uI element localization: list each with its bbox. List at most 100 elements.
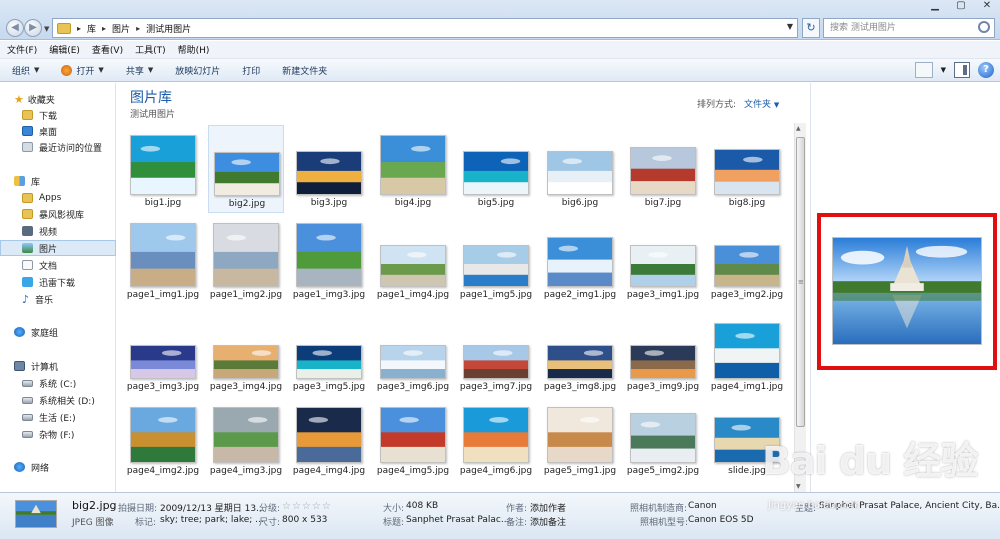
close-icon[interactable]: ✕ [980, 0, 994, 11]
file-thumbnail[interactable]: page4_img5.jpg [375, 393, 451, 481]
recent-pages-chevron-icon[interactable]: ▼ [44, 25, 49, 33]
sidebar-item-recent[interactable]: 最近访问的位置 [22, 139, 114, 155]
sidebar-item-desktop[interactable]: 桌面 [22, 123, 114, 139]
file-thumbnail[interactable]: page1_img3.jpg [291, 217, 367, 305]
breadcrumb-separator-icon[interactable]: ▸ [77, 24, 81, 33]
organize-button[interactable]: 组织 ▼ [12, 64, 39, 77]
breadcrumb-separator-icon[interactable]: ▸ [102, 24, 106, 33]
rating-stars[interactable]: ☆☆☆☆☆ [282, 501, 332, 512]
sidebar-item-drive-e[interactable]: 生活 (E:) [22, 409, 114, 425]
slideshow-button[interactable]: 放映幻灯片 [175, 64, 220, 77]
file-thumbnail[interactable]: big7.jpg [625, 125, 701, 213]
sidebar-item-drive-d[interactable]: 系统相关 (D:) [22, 392, 114, 408]
menu-help[interactable]: 帮助(H) [178, 43, 210, 56]
file-thumbnail[interactable]: big8.jpg [709, 125, 785, 213]
change-view-icon[interactable] [914, 62, 933, 78]
file-thumbnail[interactable]: page1_img2.jpg [208, 217, 284, 305]
file-thumbnail[interactable]: big4.jpg [375, 125, 451, 213]
view-options-chevron-icon[interactable]: ▼ [941, 66, 946, 74]
sidebar-item-label: 视频 [39, 227, 58, 238]
sidebar-item-downloads[interactable]: 下载 [22, 107, 114, 123]
sidebar-item-pictures[interactable]: 图片 [0, 240, 116, 256]
file-thumbnail[interactable]: page3_img5.jpg [291, 309, 367, 397]
file-thumbnail[interactable]: page1_img5.jpg [458, 217, 534, 305]
file-thumbnail[interactable]: page3_img9.jpg [625, 309, 701, 397]
sidebar-item-favorites[interactable]: ★ 收藏夹 [14, 91, 114, 107]
file-thumbnail[interactable]: page4_img2.jpg [125, 393, 201, 481]
title-value[interactable]: Sanphet Prasat Palac... [406, 515, 509, 525]
file-thumbnail[interactable]: big2.jpg [208, 125, 284, 213]
address-dropdown-icon[interactable]: ▼ [787, 22, 793, 31]
file-thumbnail[interactable]: page3_img3.jpg [125, 309, 201, 397]
thumbnail-image [296, 407, 362, 463]
sidebar-item-drive-c[interactable]: 系统 (C:) [22, 375, 114, 391]
file-thumbnail[interactable]: page4_img6.jpg [458, 393, 534, 481]
new-folder-button[interactable]: 新建文件夹 [282, 64, 327, 77]
sidebar-item-network[interactable]: 网络 [14, 459, 114, 475]
notes-value[interactable]: 添加备注 [530, 515, 566, 528]
date-taken-value: 2009/12/13 星期日 13... [160, 504, 265, 514]
menu-tools[interactable]: 工具(T) [135, 43, 166, 56]
sidebar-item-computer[interactable]: 计算机 [14, 358, 114, 374]
breadcrumb-pictures[interactable]: 图片 [112, 22, 130, 35]
preview-highlight-box [817, 213, 997, 370]
scroll-up-icon[interactable]: ▲ [796, 125, 801, 132]
file-thumbnail[interactable]: page3_img8.jpg [542, 309, 618, 397]
file-thumbnail[interactable]: page3_img6.jpg [375, 309, 451, 397]
rating-label: 分级: [259, 504, 281, 514]
file-thumbnail[interactable]: page2_img1.jpg [542, 217, 618, 305]
sidebar-item-libraries[interactable]: 库 [14, 173, 114, 189]
file-thumbnail[interactable]: big1.jpg [125, 125, 201, 213]
sidebar-item-videos[interactable]: 视频 [22, 223, 114, 239]
help-icon[interactable]: ? [978, 62, 994, 78]
sidebar-item-label: Apps [39, 193, 62, 203]
file-thumbnail[interactable]: page3_img2.jpg [709, 217, 785, 305]
sidebar-item-documents[interactable]: 文档 [22, 257, 114, 273]
sidebar-item-label: 下载 [39, 111, 58, 122]
file-thumbnail[interactable]: page3_img7.jpg [458, 309, 534, 397]
file-thumbnail[interactable]: big6.jpg [542, 125, 618, 213]
file-thumbnail[interactable]: page4_img4.jpg [291, 393, 367, 481]
sidebar-item-drive-f[interactable]: 杂物 (F:) [22, 426, 114, 442]
file-thumbnail[interactable]: page4_img3.jpg [208, 393, 284, 481]
breadcrumb-separator-icon[interactable]: ▸ [136, 24, 140, 33]
search-input[interactable]: 搜索 测试用图片 [823, 18, 995, 38]
sidebar-item-music[interactable]: ♪ 音乐 [22, 291, 114, 307]
file-thumbnail[interactable]: big5.jpg [458, 125, 534, 213]
refresh-icon[interactable]: ↻ [802, 18, 820, 38]
sidebar-item-label: 暴风影视库 [39, 210, 85, 221]
sidebar-item-storm[interactable]: 暴风影视库 [22, 206, 114, 222]
sidebar-item-thunder[interactable]: 迅雷下载 [22, 274, 114, 290]
share-button[interactable]: 共享 ▼ [126, 64, 153, 77]
file-thumbnail[interactable]: page3_img1.jpg [625, 217, 701, 305]
sidebar-item-homegroup[interactable]: 家庭组 [14, 324, 114, 340]
author-value[interactable]: 添加作者 [530, 501, 566, 514]
file-name-label: page2_img1.jpg [543, 290, 617, 300]
sidebar-item-apps[interactable]: Apps [22, 190, 114, 206]
file-thumbnail[interactable]: page3_img4.jpg [208, 309, 284, 397]
minimize-icon[interactable]: ▁ [928, 0, 942, 11]
file-thumbnail[interactable]: big3.jpg [291, 125, 367, 213]
file-thumbnail[interactable]: page5_img1.jpg [542, 393, 618, 481]
arrange-by-dropdown[interactable]: 文件夹 ▼ [744, 97, 779, 110]
forward-arrow-icon[interactable]: ▶ [24, 19, 42, 37]
tags-value[interactable]: sky; tree; park; lake; ... [160, 515, 264, 525]
file-thumbnail[interactable]: page5_img2.jpg [625, 393, 701, 481]
file-name-label: page5_img1.jpg [543, 466, 617, 476]
preview-pane-icon[interactable] [954, 62, 970, 78]
breadcrumb-library[interactable]: 库 [87, 22, 96, 35]
back-arrow-icon[interactable]: ◀ [6, 19, 24, 37]
file-name-label: big6.jpg [561, 198, 599, 208]
address-bar[interactable]: ▸ 库 ▸ 图片 ▸ 测试用图片 ▼ [52, 18, 798, 38]
search-icon[interactable] [978, 21, 990, 33]
print-button[interactable]: 打印 [242, 64, 260, 77]
maximize-icon[interactable]: ▢ [954, 0, 968, 11]
menu-file[interactable]: 文件(F) [7, 43, 37, 56]
breadcrumb-test-pictures[interactable]: 测试用图片 [146, 22, 191, 35]
menu-edit[interactable]: 编辑(E) [49, 43, 80, 56]
file-thumbnail[interactable]: page4_img1.jpg [709, 309, 785, 397]
file-thumbnail[interactable]: page1_img1.jpg [125, 217, 201, 305]
file-thumbnail[interactable]: page1_img4.jpg [375, 217, 451, 305]
open-button[interactable]: 打开 ▼ [61, 64, 104, 77]
menu-view[interactable]: 查看(V) [92, 43, 123, 56]
